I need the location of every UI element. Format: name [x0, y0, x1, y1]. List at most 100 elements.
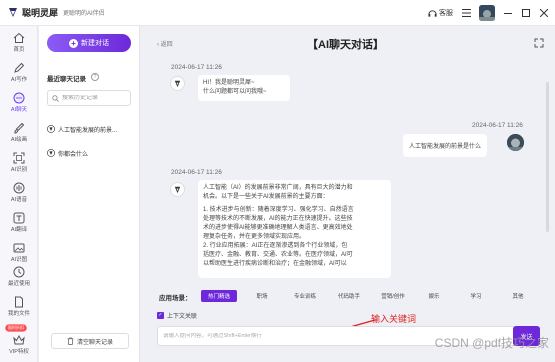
nav-item-label: 我的文件	[7, 311, 30, 317]
app-slogan: 更聪明的AI伴侣	[63, 11, 105, 17]
minimize-button[interactable]	[503, 8, 513, 18]
context-label: 上下文关联	[167, 314, 198, 320]
nav-item-home[interactable]: 首页	[0, 30, 38, 56]
nav-item-ai-voice[interactable]: AI语音	[0, 180, 38, 206]
recent-chats-title: 最近聊天记录	[47, 76, 86, 83]
avatar-image-icon	[479, 5, 495, 21]
bot-avatar	[170, 76, 185, 91]
nav-item-label: 最近使用	[7, 281, 30, 287]
context-toggle[interactable]: ✓ 上下文关联	[157, 311, 197, 320]
vip-discount-badge: 限时折扣	[5, 324, 27, 332]
message-line: 理复杂任务，并在更多领域实现应用。	[203, 234, 306, 240]
history-item[interactable]: 你都会什么	[47, 146, 135, 160]
nav-item-label: AI翻译	[10, 227, 28, 233]
nav-item-ai-chat[interactable]: AI聊天	[0, 90, 38, 116]
nav-item-label: AI语音	[10, 197, 28, 203]
bot-logo-icon	[47, 149, 55, 157]
bot-logo-icon	[174, 186, 181, 194]
fullscreen-icon[interactable]	[534, 38, 544, 48]
nav-item-ai-writing[interactable]: AI写作	[0, 60, 38, 86]
message-timestamp: 2024-06-17 11:26	[171, 169, 222, 176]
pen-icon	[14, 62, 25, 73]
scene-tab-hot[interactable]: 热门精选	[201, 290, 237, 302]
bot-avatar	[170, 182, 185, 197]
nav-item-label: AI绘画	[10, 137, 28, 143]
message-line: 2. 行业应用拓展：AI正在逐渐渗透到各个行业领域，包	[203, 243, 348, 249]
chat-icon	[13, 92, 25, 104]
message-timestamp: 2024-06-17 11:26	[171, 64, 222, 71]
nav-item-vip[interactable]: VIP特权	[0, 332, 38, 358]
message-line: 机会。以下是一些关于AI发展前景的主要方面：	[203, 194, 329, 200]
bot-logo-icon	[47, 125, 55, 133]
brush-icon	[14, 122, 25, 134]
scene-tab-other[interactable]: 其他	[501, 290, 535, 302]
history-item[interactable]: 人工智能发展的前景...	[47, 122, 135, 136]
title-bar: 聪明灵犀 更聪明的AI伴侣 客服	[0, 0, 555, 26]
message-line: 括医疗、金融、教育、交通、农业等。在医疗领域，AI可	[203, 252, 353, 258]
search-icon	[52, 94, 59, 102]
close-icon	[540, 9, 548, 17]
message-line: 术的进步使得AI能够更准确地理解人类语言、更高效地处	[203, 225, 353, 231]
nav-item-recent[interactable]: 最近使用	[0, 264, 38, 290]
message-line: 处理等技术的不断发展，AI的能力正在快速提升。这些技	[203, 216, 353, 222]
trash-icon	[67, 337, 74, 345]
app-logo-icon	[9, 8, 17, 17]
nav-item-my-files[interactable]: 我的文件	[0, 294, 38, 320]
help-icon[interactable]: ?	[91, 73, 99, 81]
customer-service-button[interactable]: 客服	[428, 8, 453, 18]
history-search-input[interactable]	[62, 95, 130, 101]
message-line: HI！我是聪明灵犀~	[203, 80, 255, 86]
menu-icon	[461, 9, 471, 17]
avatar-image-icon	[507, 134, 524, 151]
message-line: 什么问题都可以问我哦~	[203, 89, 267, 95]
close-button[interactable]	[539, 8, 549, 18]
clear-history-label: 清空聊天记录	[76, 339, 113, 346]
scene-tab-code[interactable]: 代码助手	[329, 290, 369, 302]
scene-tab-training[interactable]: 专业训练	[285, 290, 325, 302]
app-name: 聪明灵犀	[22, 8, 59, 18]
scene-tab-entertainment[interactable]: 娱乐	[417, 290, 451, 302]
bot-message-bubble: 人工智能（AI）的发展前景非常广阔，具有巨大的潜力和 机会。以下是一些关于AI发…	[198, 180, 391, 278]
chat-history-sidebar: + 新建对话 最近聊天记录 ? 人工智能发展的前景... 你都会什么 清空聊天记…	[39, 26, 140, 362]
scenes-label: 应用场景：	[159, 295, 192, 302]
history-item-label: 人工智能发展的前景...	[58, 127, 118, 134]
nav-item-label: AI识别	[10, 167, 28, 173]
plus-icon: +	[69, 38, 78, 48]
menu-button[interactable]	[461, 8, 471, 18]
nav-item-label: AI写作	[10, 77, 28, 83]
nav-item-ai-image[interactable]: AI识图	[0, 240, 38, 266]
watermark-text: CSDN @pdf技巧之家	[434, 336, 549, 350]
scrollbar[interactable]	[546, 82, 549, 232]
maximize-icon	[522, 9, 530, 17]
nav-item-label: VIP特权	[9, 349, 29, 355]
message-line: 人工智能（AI）的发展前景非常广阔，具有巨大的潜力和	[203, 185, 353, 191]
home-icon	[13, 32, 25, 43]
message-timestamp: 2024-06-17 11:26	[472, 122, 523, 129]
voice-icon	[13, 182, 25, 194]
title-bar-controls: 客服	[428, 4, 549, 22]
message-line: 1. 技术进步与创新：随着深度学习、强化学习、自然语言	[203, 207, 354, 213]
file-icon	[15, 296, 23, 308]
page-title: 【AI聊天对话】	[307, 39, 384, 51]
nav-item-label: AI识图	[10, 257, 28, 263]
new-chat-button[interactable]: + 新建对话	[47, 34, 131, 52]
clock-icon	[13, 266, 25, 278]
nav-item-label: 首页	[13, 47, 25, 53]
nav-item-ai-recognition[interactable]: AI识别	[0, 150, 38, 176]
clear-history-button[interactable]: 清空聊天记录	[51, 333, 129, 349]
translate-icon	[13, 212, 25, 224]
history-search-box	[47, 90, 131, 106]
scene-tab-workplace[interactable]: 职场	[245, 290, 279, 302]
nav-item-ai-translate[interactable]: AI翻译	[0, 210, 38, 236]
history-item-label: 你都会什么	[58, 151, 89, 158]
maximize-button[interactable]	[521, 8, 531, 18]
user-avatar[interactable]	[479, 5, 495, 21]
minimize-icon	[504, 13, 512, 14]
scene-tab-study[interactable]: 学习	[459, 290, 493, 302]
bot-logo-icon	[174, 80, 181, 88]
scan-icon	[13, 152, 25, 164]
scene-tab-marketing[interactable]: 营销/创作	[373, 290, 413, 302]
message-text: 人工智能发展的前景是什么	[409, 144, 482, 150]
message-line: 以帮助医生进行疾病诊断和治疗；在金融领域，AI可以	[203, 261, 347, 267]
nav-item-ai-drawing[interactable]: AI绘画	[0, 120, 38, 146]
